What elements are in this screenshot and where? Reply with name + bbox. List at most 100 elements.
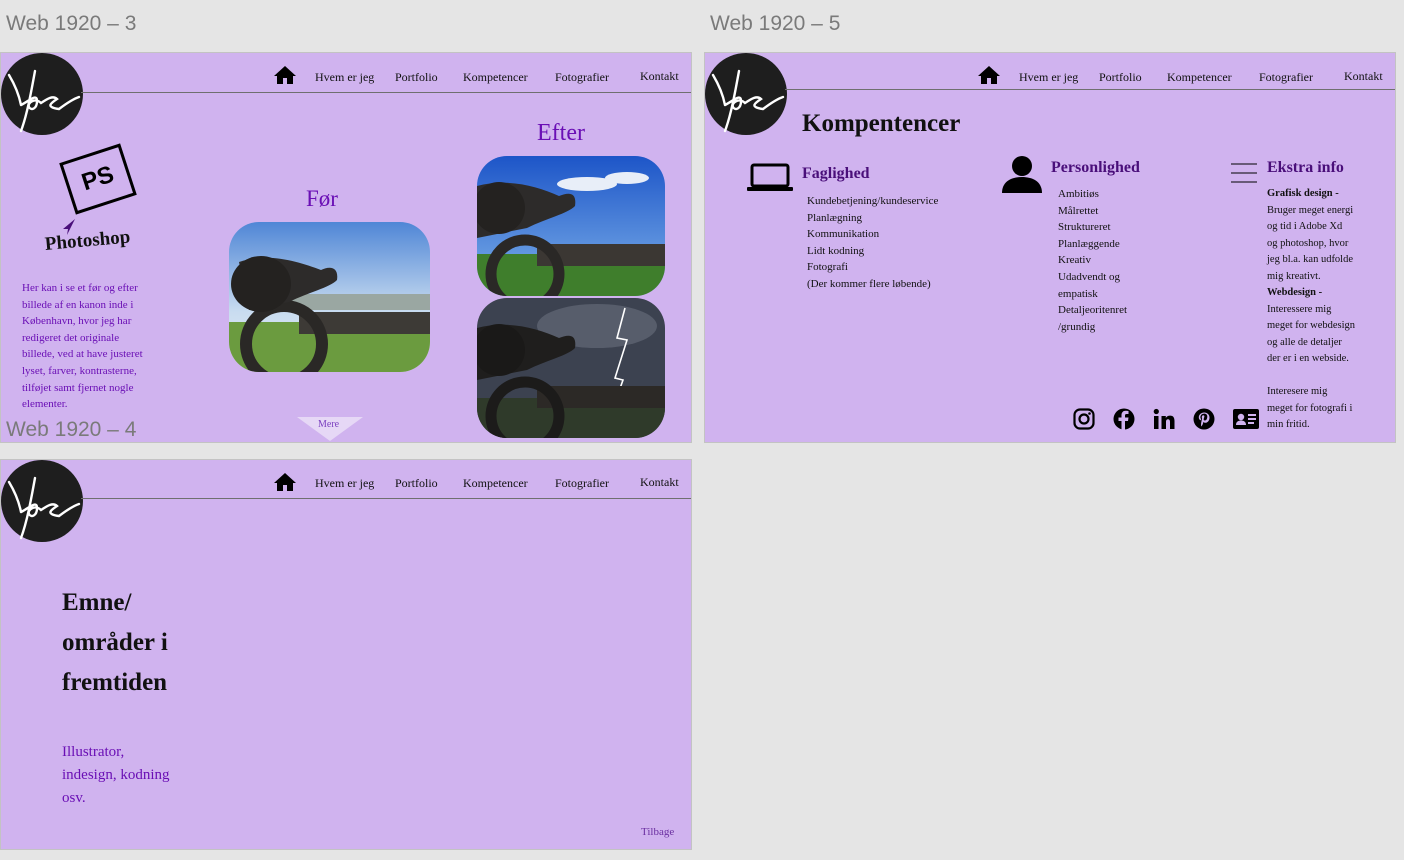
artboard-web-4[interactable]: Hvem er jeg Portfolio Kompetencer Fotogr…	[0, 459, 692, 850]
nav-portfolio[interactable]: Portfolio	[395, 476, 438, 491]
subtext-line: Illustrator,	[62, 744, 125, 760]
faglighed-title: Faglighed	[802, 165, 870, 182]
logo[interactable]	[705, 53, 787, 135]
logo-signature-icon	[7, 476, 81, 540]
info-line: Bruger meget energi	[1267, 204, 1354, 216]
before-photo	[229, 222, 430, 372]
nav-hvem-er-jeg[interactable]: Hvem er jeg	[315, 476, 374, 491]
ekstra-info-title: Ekstra info	[1267, 159, 1344, 176]
info-line: Grafisk design -	[1267, 188, 1339, 199]
list-item: Kreativ	[1058, 254, 1091, 267]
description-line: billede, ved at have justeret	[22, 348, 143, 361]
more-button-label: Mere	[318, 419, 340, 430]
description-line: redigeret det originale	[22, 331, 120, 344]
nav-kontakt[interactable]: Kontakt	[640, 475, 679, 490]
after-title: Efter	[537, 120, 585, 146]
list-item: (Der kommer flere løbende)	[807, 277, 931, 290]
artboard-web-3[interactable]: Hvem er jeg Portfolio Kompetencer Fotogr…	[0, 52, 692, 443]
heading-line: områder i	[62, 629, 168, 656]
photoshop-title: Photoshop	[44, 226, 132, 255]
info-line	[1267, 368, 1355, 385]
back-link[interactable]: Tilbage	[641, 826, 674, 838]
home-icon[interactable]	[273, 65, 297, 85]
personlighed-title: Personlighed	[1051, 159, 1140, 176]
nav-fotografier[interactable]: Fotografier	[555, 70, 609, 85]
info-line: og alle de detaljer	[1267, 336, 1342, 348]
logo-signature-icon	[7, 69, 81, 133]
home-icon[interactable]	[977, 65, 1001, 85]
list-item: Udadvendt og	[1058, 270, 1121, 283]
nav-portfolio[interactable]: Portfolio	[395, 70, 438, 85]
info-line: Interessere mig	[1267, 303, 1332, 315]
ekstra-info-text: Grafisk design - Bruger meget energi og …	[1267, 186, 1355, 434]
nav-portfolio[interactable]: Portfolio	[1099, 70, 1142, 85]
list-item: /grundig	[1058, 320, 1096, 333]
description-line: København, hvor jeg har	[22, 315, 132, 328]
description-line: tilføjet samt fjernet nogle	[22, 381, 134, 394]
instagram-icon[interactable]	[1073, 408, 1095, 430]
list-item: Målrettet	[1058, 204, 1099, 217]
nav-hvem-er-jeg[interactable]: Hvem er jeg	[1019, 70, 1078, 85]
info-line: og photoshop, hvor	[1267, 237, 1349, 249]
logo[interactable]	[1, 460, 83, 542]
laptop-icon	[747, 163, 793, 191]
contact-card-icon[interactable]	[1233, 409, 1259, 429]
list-item: Planlægning	[807, 211, 863, 224]
list-item: Struktureret	[1058, 221, 1111, 234]
info-line: der er i en webside.	[1267, 353, 1349, 364]
subtext-line: indesign, kodning	[62, 767, 170, 783]
nav-kompetencer[interactable]: Kompetencer	[1167, 70, 1232, 85]
list-item: Planlæggende	[1058, 237, 1120, 250]
nav-kontakt[interactable]: Kontakt	[640, 69, 679, 84]
list-item: Kundebetjening/kundeservice	[807, 195, 939, 207]
list-item: Kommunikation	[807, 228, 880, 241]
after-photo-storm	[477, 298, 665, 438]
facebook-icon[interactable]	[1113, 408, 1135, 430]
info-line: og tid i Adobe Xd	[1267, 221, 1343, 232]
description-line: Her kan i se et før og efter	[22, 282, 138, 294]
nav-fotografier[interactable]: Fotografier	[1259, 70, 1313, 85]
nav-divider	[81, 92, 691, 93]
logo[interactable]	[1, 53, 83, 135]
list-item: Ambitiøs	[1058, 188, 1099, 200]
home-icon[interactable]	[273, 472, 297, 492]
subtext-line: osv.	[62, 790, 86, 806]
description-line: lyset, farver, kontrasterne,	[22, 364, 137, 377]
pinterest-icon[interactable]	[1193, 408, 1215, 430]
more-button[interactable]: Mere	[297, 417, 363, 441]
nav-fotografier[interactable]: Fotografier	[555, 476, 609, 491]
info-line: jeg bl.a. kan udfolde	[1267, 254, 1354, 265]
before-title: Før	[306, 186, 338, 211]
page-title: Kompentencer	[802, 110, 961, 137]
info-line: Webdesign -	[1267, 287, 1323, 298]
artboard-web-5[interactable]: Hvem er jeg Portfolio Kompetencer Fotogr…	[704, 52, 1396, 443]
nav-divider	[785, 89, 1395, 90]
nav-hvem-er-jeg[interactable]: Hvem er jeg	[315, 70, 374, 85]
menu-lines-icon	[1231, 163, 1257, 183]
nav-kompetencer[interactable]: Kompetencer	[463, 70, 528, 85]
description-line: billede af en kanon inde i	[22, 298, 134, 311]
future-topics-subtext: Illustrator, indesign, kodning osv.	[62, 741, 170, 810]
frame-label-web-4: Web 1920 – 4	[6, 418, 137, 441]
heading-line: fremtiden	[62, 669, 168, 696]
list-item: Detaljeoritenret	[1058, 304, 1128, 317]
after-photo-sky	[477, 156, 665, 296]
linkedin-icon[interactable]	[1153, 408, 1175, 430]
list-item: Lidt kodning	[807, 244, 865, 257]
info-line: meget for webdesign	[1267, 320, 1356, 331]
description-line: elementer.	[22, 398, 68, 411]
nav-kompetencer[interactable]: Kompetencer	[463, 476, 528, 491]
photoshop-badge-icon: PS	[59, 143, 137, 215]
info-line: mig kreativt.	[1267, 270, 1321, 282]
list-item: empatisk	[1058, 287, 1098, 300]
future-topics-heading: Emne/ områder i fremtiden	[62, 583, 168, 703]
personlighed-list: Ambitiøs Målrettet Struktureret Planlægg…	[1058, 186, 1127, 335]
nav-kontakt[interactable]: Kontakt	[1344, 69, 1383, 84]
frame-label-web-3: Web 1920 – 3	[6, 12, 137, 35]
logo-signature-icon	[711, 69, 785, 133]
info-line: min fritid.	[1267, 419, 1310, 430]
nav-divider	[81, 498, 691, 499]
info-line: meget for fotografi i	[1267, 402, 1353, 414]
person-icon	[1002, 156, 1042, 193]
info-line: Interesere mig	[1267, 386, 1328, 397]
